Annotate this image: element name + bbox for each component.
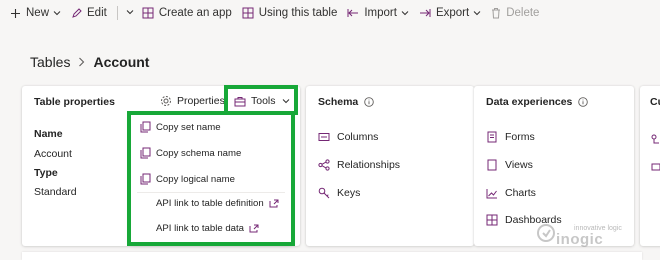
using-table-button[interactable]: Using this table [242, 0, 338, 26]
import-label: Import [364, 7, 397, 19]
data-experiences-card: Data experiences Forms Views Charts Dash… [474, 86, 634, 246]
views-icon [486, 159, 498, 171]
export-label: Export [435, 7, 470, 19]
import-icon [347, 8, 359, 18]
schema-columns-link[interactable]: Columns [318, 131, 378, 143]
app-grid-icon [142, 7, 154, 19]
using-table-label: Using this table [258, 7, 338, 19]
page-title: Account [93, 54, 150, 70]
charts-icon [486, 188, 498, 199]
type-value: Standard [34, 186, 77, 198]
create-app-label: Create an app [158, 7, 232, 19]
forms-label: Forms [505, 131, 535, 143]
views-label: Views [505, 159, 533, 171]
create-app-button[interactable]: Create an app [142, 0, 232, 26]
schema-title: Schema [318, 96, 375, 108]
charts-link[interactable]: Charts [486, 187, 536, 199]
menu-highlight-frame [127, 111, 295, 246]
trash-icon [491, 7, 501, 19]
schema-keys-link[interactable]: Keys [318, 187, 360, 199]
table-properties-title: Table properties [34, 96, 115, 108]
breadcrumb: Tables Account [30, 54, 149, 70]
customizations-title: Cu [650, 96, 660, 108]
name-value: Account [34, 148, 72, 160]
chevron-down-icon [53, 9, 61, 17]
watermark-brand: inogic [556, 230, 604, 248]
chevron-down-icon [126, 7, 134, 19]
export-icon [419, 8, 431, 18]
inogic-logo-icon [536, 223, 556, 248]
properties-button[interactable]: Properties [160, 95, 225, 107]
customizations-item-icon [651, 159, 660, 177]
relationships-label: Relationships [337, 159, 401, 171]
views-link[interactable]: Views [486, 159, 533, 171]
lower-card-edge [22, 252, 642, 260]
charts-label: Charts [505, 187, 536, 199]
new-button[interactable]: New [10, 0, 61, 26]
info-icon [578, 97, 589, 107]
properties-label: Properties [177, 95, 225, 107]
edit-dropdown[interactable] [126, 0, 134, 26]
name-label: Name [34, 128, 63, 140]
type-label: Type [34, 167, 58, 179]
dashboards-icon [486, 214, 498, 226]
key-icon [318, 187, 330, 199]
forms-link[interactable]: Forms [486, 131, 535, 143]
new-label: New [26, 7, 50, 19]
info-icon [364, 97, 375, 107]
data-experiences-title-text: Data experiences [486, 96, 573, 108]
breadcrumb-tables-link[interactable]: Tables [30, 54, 70, 70]
relationships-icon [318, 159, 330, 171]
table-icon [242, 7, 254, 19]
delete-button[interactable]: Delete [491, 0, 539, 26]
keys-label: Keys [337, 187, 361, 199]
toolbar-divider [116, 6, 118, 20]
command-bar: New Edit Create an app Using this table … [0, 0, 660, 26]
chevron-down-icon [473, 9, 481, 17]
edit-label: Edit [87, 7, 107, 19]
data-experiences-title: Data experiences [486, 96, 589, 108]
edit-button[interactable]: Edit [71, 0, 107, 26]
customizations-card: Cu [640, 86, 660, 246]
schema-card: Schema Columns Relationships Keys [306, 86, 474, 246]
pencil-icon [71, 7, 82, 19]
schema-title-text: Schema [318, 96, 359, 108]
columns-icon [318, 132, 330, 142]
customizations-item-icon [651, 132, 660, 150]
schema-relationships-link[interactable]: Relationships [318, 159, 400, 171]
columns-label: Columns [337, 131, 379, 143]
import-button[interactable]: Import [347, 0, 409, 26]
export-button[interactable]: Export [419, 0, 481, 26]
chevron-down-icon [401, 9, 409, 17]
inogic-watermark: innovative logic inogic [536, 223, 622, 248]
plus-icon [10, 8, 21, 19]
chevron-right-icon [78, 57, 85, 67]
forms-icon [486, 131, 498, 143]
delete-label: Delete [506, 7, 540, 19]
gear-icon [160, 95, 172, 107]
